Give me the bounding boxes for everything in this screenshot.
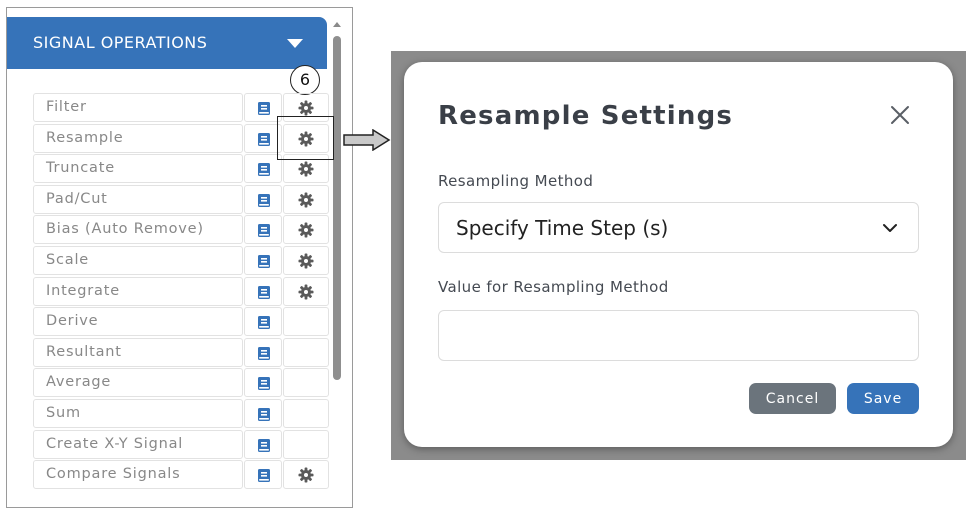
- operation-item[interactable]: Filter: [33, 93, 243, 122]
- arrow-right-icon: [343, 129, 391, 151]
- operation-settings-empty: [283, 398, 329, 428]
- book-icon: [258, 193, 270, 207]
- operation-item[interactable]: Sum: [33, 398, 243, 428]
- operation-row: Scale: [33, 245, 329, 277]
- dialog-title: Resample Settings: [438, 101, 734, 131]
- book-icon: [258, 438, 270, 452]
- operation-row: Sum: [33, 398, 329, 430]
- operation-doc-button[interactable]: [244, 429, 282, 459]
- gear-icon: [298, 222, 314, 238]
- operation-settings-button[interactable]: [283, 460, 329, 490]
- resampling-method-select[interactable]: Specify Time Step (s): [438, 202, 919, 253]
- operation-doc-button[interactable]: [244, 460, 282, 490]
- operation-item[interactable]: Compare Signals: [33, 460, 243, 490]
- book-icon: [258, 346, 270, 360]
- gear-icon: [298, 253, 314, 269]
- scrollbar[interactable]: [332, 22, 342, 380]
- screenshot-stage: SIGNAL OPERATIONS 6 Filter Resample Trunca…: [0, 0, 973, 513]
- operation-doc-button[interactable]: [244, 337, 282, 367]
- operation-item[interactable]: Resultant: [33, 337, 243, 367]
- operation-doc-button[interactable]: [244, 368, 282, 398]
- gear-icon: [298, 192, 314, 208]
- operation-settings-empty: [283, 307, 329, 337]
- gear-icon: [298, 284, 314, 300]
- operation-settings-button[interactable]: [283, 276, 329, 306]
- resampling-value-label: Value for Resampling Method: [438, 278, 669, 296]
- close-icon[interactable]: [889, 104, 911, 126]
- resampling-value-input[interactable]: [438, 310, 919, 361]
- operation-row: Pad/Cut: [33, 184, 329, 216]
- settings-highlight-box: [277, 116, 334, 160]
- operation-item[interactable]: Resample: [33, 123, 243, 153]
- book-icon: [258, 285, 270, 299]
- operation-doc-button[interactable]: [244, 184, 282, 214]
- book-icon: [258, 102, 270, 115]
- panel-title: SIGNAL OPERATIONS: [33, 33, 208, 52]
- book-icon: [258, 469, 270, 483]
- book-icon: [258, 316, 270, 330]
- chevron-down-icon: [883, 224, 897, 232]
- operation-settings-button[interactable]: [283, 245, 329, 275]
- operation-doc-button[interactable]: [244, 398, 282, 428]
- book-icon: [258, 407, 270, 421]
- operation-item[interactable]: Average: [33, 368, 243, 398]
- operation-item[interactable]: Derive: [33, 307, 243, 337]
- operation-doc-button[interactable]: [244, 307, 282, 337]
- operation-settings-button[interactable]: [283, 215, 329, 245]
- scroll-up-icon[interactable]: [333, 22, 341, 27]
- operation-item[interactable]: Create X-Y Signal: [33, 429, 243, 459]
- gear-icon: [298, 161, 314, 177]
- operation-settings-empty: [283, 429, 329, 459]
- operation-settings-empty: [283, 368, 329, 398]
- signal-operations-panel: SIGNAL OPERATIONS 6 Filter Resample Trunca…: [6, 7, 353, 508]
- gear-icon: [298, 100, 314, 116]
- operation-item[interactable]: Integrate: [33, 276, 243, 306]
- operation-doc-button[interactable]: [244, 215, 282, 245]
- operation-settings-empty: [283, 337, 329, 367]
- operation-item[interactable]: Scale: [33, 245, 243, 275]
- book-icon: [258, 132, 270, 146]
- operation-item[interactable]: Truncate: [33, 154, 243, 184]
- book-icon: [258, 163, 270, 177]
- operation-row: Compare Signals: [33, 460, 329, 491]
- cancel-button[interactable]: Cancel: [749, 383, 836, 414]
- operation-row: Derive: [33, 307, 329, 338]
- caret-down-icon[interactable]: [287, 39, 303, 48]
- resampling-method-value: Specify Time Step (s): [456, 216, 669, 240]
- operation-doc-button[interactable]: [244, 245, 282, 275]
- resample-settings-dialog: Resample Settings Resampling Method Spec…: [404, 62, 953, 447]
- gear-icon: [298, 467, 314, 483]
- book-icon: [258, 377, 270, 391]
- resampling-method-label: Resampling Method: [438, 172, 594, 190]
- book-icon: [258, 254, 270, 268]
- step-badge: 6: [290, 65, 320, 95]
- operation-row: Bias (Auto Remove): [33, 215, 329, 246]
- operation-row: Create X-Y Signal: [33, 429, 329, 461]
- operation-row: Integrate: [33, 276, 329, 308]
- operation-settings-button[interactable]: [283, 184, 329, 214]
- scrollbar-thumb[interactable]: [333, 36, 341, 380]
- operation-item[interactable]: Bias (Auto Remove): [33, 215, 243, 245]
- operation-doc-button[interactable]: [244, 276, 282, 306]
- operation-item[interactable]: Pad/Cut: [33, 184, 243, 214]
- signal-operations-header[interactable]: SIGNAL OPERATIONS: [7, 17, 327, 69]
- save-button[interactable]: Save: [847, 383, 919, 414]
- operation-row: Average: [33, 368, 329, 399]
- operation-row: Resultant: [33, 337, 329, 369]
- book-icon: [258, 224, 270, 238]
